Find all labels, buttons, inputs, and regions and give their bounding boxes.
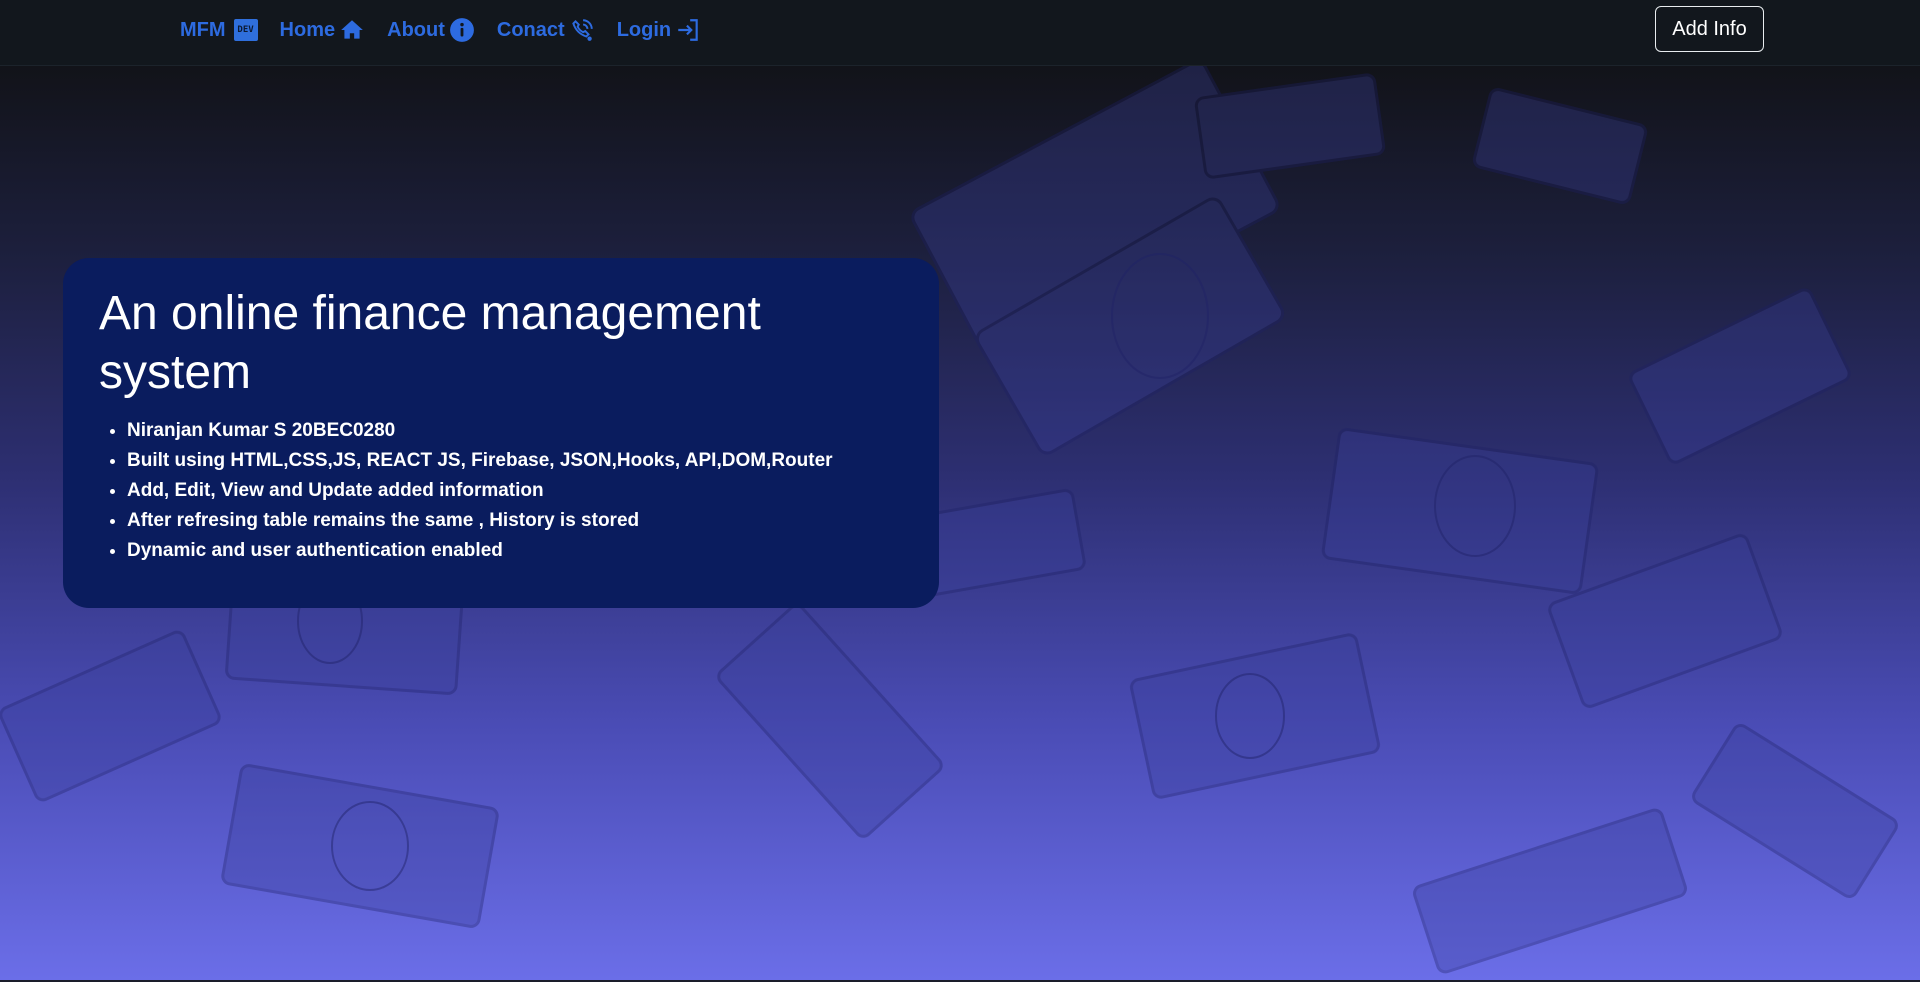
list-item: Niranjan Kumar S 20BEC0280 xyxy=(127,416,903,446)
nav-links: MFM DEV Home About Conact Login xyxy=(180,0,701,60)
nav-home-link[interactable]: Home xyxy=(280,17,366,43)
list-item: Built using HTML,CSS,JS, REACT JS, Fireb… xyxy=(127,446,903,476)
nav-contact-label: Conact xyxy=(496,18,565,41)
page-title: An online finance management system xyxy=(99,287,761,399)
contact-icon xyxy=(571,19,593,41)
feature-list: Niranjan Kumar S 20BEC0280 Built using H… xyxy=(99,416,903,566)
nav-login-label: Login xyxy=(616,18,672,41)
nav-home-label: Home xyxy=(279,18,336,41)
brand-link[interactable]: MFM DEV xyxy=(180,19,258,42)
list-item: Add, Edit, View and Update added informa… xyxy=(127,476,903,506)
add-info-button[interactable]: Add Info xyxy=(1655,6,1764,52)
login-icon xyxy=(678,19,698,41)
nav-login-link[interactable]: Login xyxy=(617,17,701,43)
list-item: After refresing table remains the same ,… xyxy=(127,506,903,536)
hero-section: An online finance management system Nira… xyxy=(0,66,1920,980)
home-icon xyxy=(341,20,363,39)
info-card: An online finance management system Nira… xyxy=(63,258,939,608)
brand-label: MFM xyxy=(180,18,226,41)
top-navbar: MFM DEV Home About Conact Login Add Info xyxy=(0,0,1920,66)
list-item: Dynamic and user authentication enabled xyxy=(127,536,903,566)
info-icon xyxy=(449,18,474,42)
nav-about-label: About xyxy=(387,18,445,41)
nav-about-link[interactable]: About xyxy=(387,17,475,43)
dev-badge-icon: DEV xyxy=(233,19,258,41)
nav-contact-link[interactable]: Conact xyxy=(497,17,595,43)
